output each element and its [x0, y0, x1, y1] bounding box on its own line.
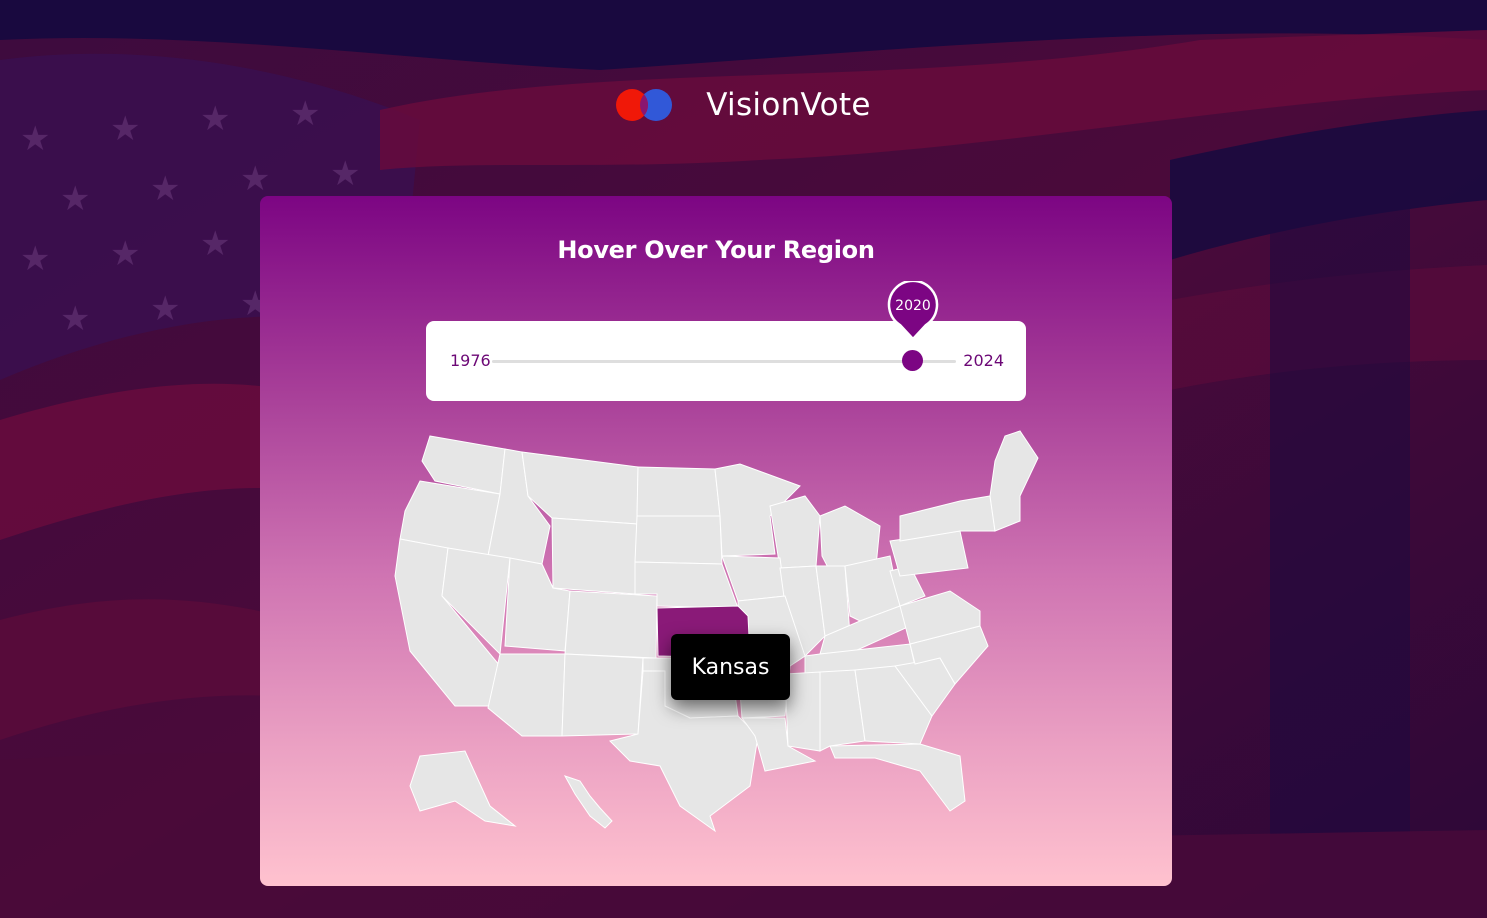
state-north-dakota[interactable]	[636, 466, 721, 517]
state-alaska[interactable]	[409, 750, 517, 827]
svg-text:★: ★	[330, 154, 360, 194]
map-card: Hover Over Your Region 1976 2024 2020 Ka…	[260, 196, 1172, 886]
svg-text:★: ★	[60, 299, 90, 339]
state-new-mexico[interactable]	[561, 653, 644, 737]
state-tooltip: Kansas	[671, 634, 790, 700]
svg-text:★: ★	[200, 224, 230, 264]
state-south-dakota[interactable]	[634, 515, 723, 565]
svg-text:★: ★	[60, 179, 90, 219]
state-new-england[interactable]	[989, 430, 1039, 532]
svg-text:★: ★	[150, 169, 180, 209]
state-wisconsin[interactable]	[769, 495, 821, 569]
us-map	[394, 430, 1039, 833]
svg-text:★: ★	[20, 239, 50, 279]
state-florida[interactable]	[829, 743, 966, 812]
app-header: VisionVote	[0, 80, 1487, 130]
state-wyoming[interactable]	[551, 517, 638, 595]
svg-text:★: ★	[240, 159, 270, 199]
state-mississippi[interactable]	[784, 671, 821, 752]
svg-text:★: ★	[110, 234, 140, 274]
svg-text:★: ★	[150, 289, 180, 329]
app-name: VisionVote	[706, 87, 871, 123]
visionvote-logo-icon	[616, 87, 674, 123]
state-hawaii[interactable]	[563, 775, 613, 829]
state-arizona[interactable]	[487, 653, 566, 737]
state-colorado[interactable]	[564, 590, 658, 659]
